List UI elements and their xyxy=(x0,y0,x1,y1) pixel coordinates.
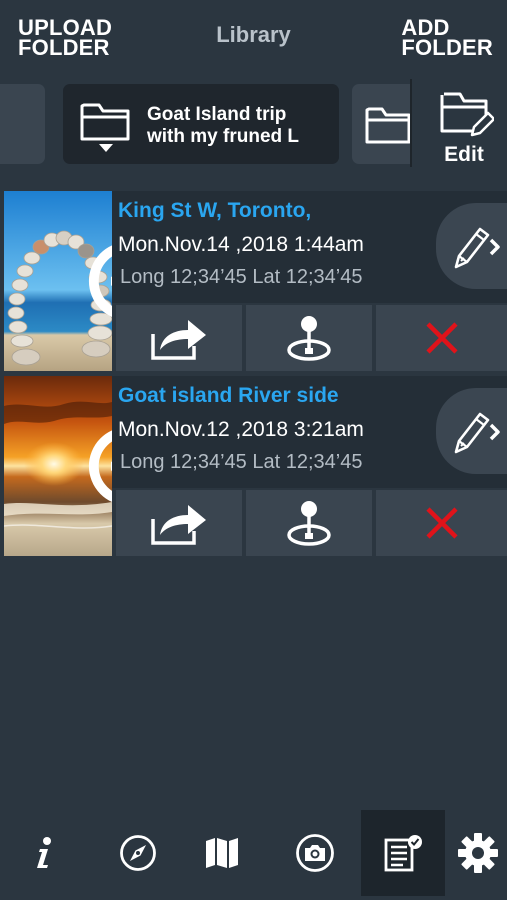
map-icon xyxy=(206,838,238,868)
library-item: Goat island River side Mon.Nov.12 ,2018 … xyxy=(0,376,507,556)
compass-icon xyxy=(120,835,156,871)
strip-divider xyxy=(410,79,412,167)
item-actions xyxy=(112,490,507,556)
pencil-chevron-icon xyxy=(454,412,500,454)
close-icon xyxy=(425,507,458,539)
bottom-nav xyxy=(0,810,507,900)
share-icon xyxy=(151,505,206,545)
folder-tile-previous[interactable] xyxy=(0,84,45,164)
info-icon xyxy=(37,837,51,868)
item-coordinates: Long 12;34’45 Lat 12;34’45 xyxy=(120,451,363,473)
nav-compass[interactable] xyxy=(96,810,180,896)
nav-info[interactable] xyxy=(2,810,86,896)
item-thumbnail[interactable] xyxy=(4,376,112,556)
header: UPLOAD FOLDER Library ADD FOLDER xyxy=(0,0,507,75)
nav-library[interactable] xyxy=(361,810,445,896)
item-thumbnail[interactable] xyxy=(4,191,112,371)
close-icon xyxy=(425,322,458,354)
camera-icon xyxy=(296,834,334,872)
item-title: King St W, Toronto, xyxy=(118,199,312,222)
delete-button[interactable] xyxy=(376,305,507,371)
locate-button[interactable] xyxy=(246,305,372,371)
folder-dropdown-icon xyxy=(80,103,130,152)
item-title: Goat island River side xyxy=(118,384,339,407)
folder-edit-icon xyxy=(440,92,494,137)
delete-button[interactable] xyxy=(376,490,507,556)
edit-folder-button[interactable]: Edit xyxy=(432,87,496,167)
folder-strip: Goat Island trip with my fruned L Edit xyxy=(0,79,507,169)
zoom-in-icon[interactable] xyxy=(84,201,112,371)
settings-icon xyxy=(458,833,498,873)
library-item: King St W, Toronto, Mon.Nov.14 ,2018 1:4… xyxy=(0,191,507,371)
pencil-chevron-icon xyxy=(454,227,500,269)
edit-label: Edit xyxy=(444,143,484,166)
item-date: Mon.Nov.14 ,2018 1:44am xyxy=(118,233,364,256)
share-button[interactable] xyxy=(116,305,242,371)
folder-tile-selected[interactable]: Goat Island trip with my fruned L xyxy=(63,84,339,164)
locate-button[interactable] xyxy=(246,490,372,556)
nav-settings[interactable] xyxy=(436,810,507,896)
add-folder-button[interactable]: ADD FOLDER xyxy=(401,17,493,59)
share-button[interactable] xyxy=(116,490,242,556)
selected-folder-name: Goat Island trip with my fruned L xyxy=(147,104,299,147)
item-coordinates: Long 12;34’45 Lat 12;34’45 xyxy=(120,266,363,288)
item-edit-button[interactable] xyxy=(436,388,507,474)
item-date: Mon.Nov.12 ,2018 3:21am xyxy=(118,418,364,441)
item-edit-button[interactable] xyxy=(436,203,507,289)
location-pin-icon xyxy=(287,316,331,361)
share-icon xyxy=(151,320,206,360)
folder-tile-next[interactable] xyxy=(352,84,410,164)
zoom-in-icon[interactable] xyxy=(84,386,112,556)
nav-map[interactable] xyxy=(180,810,264,896)
nav-camera[interactable] xyxy=(273,810,357,896)
folder-icon xyxy=(365,107,410,144)
location-pin-icon xyxy=(287,501,331,546)
library-icon xyxy=(384,835,422,872)
item-actions xyxy=(112,305,507,371)
